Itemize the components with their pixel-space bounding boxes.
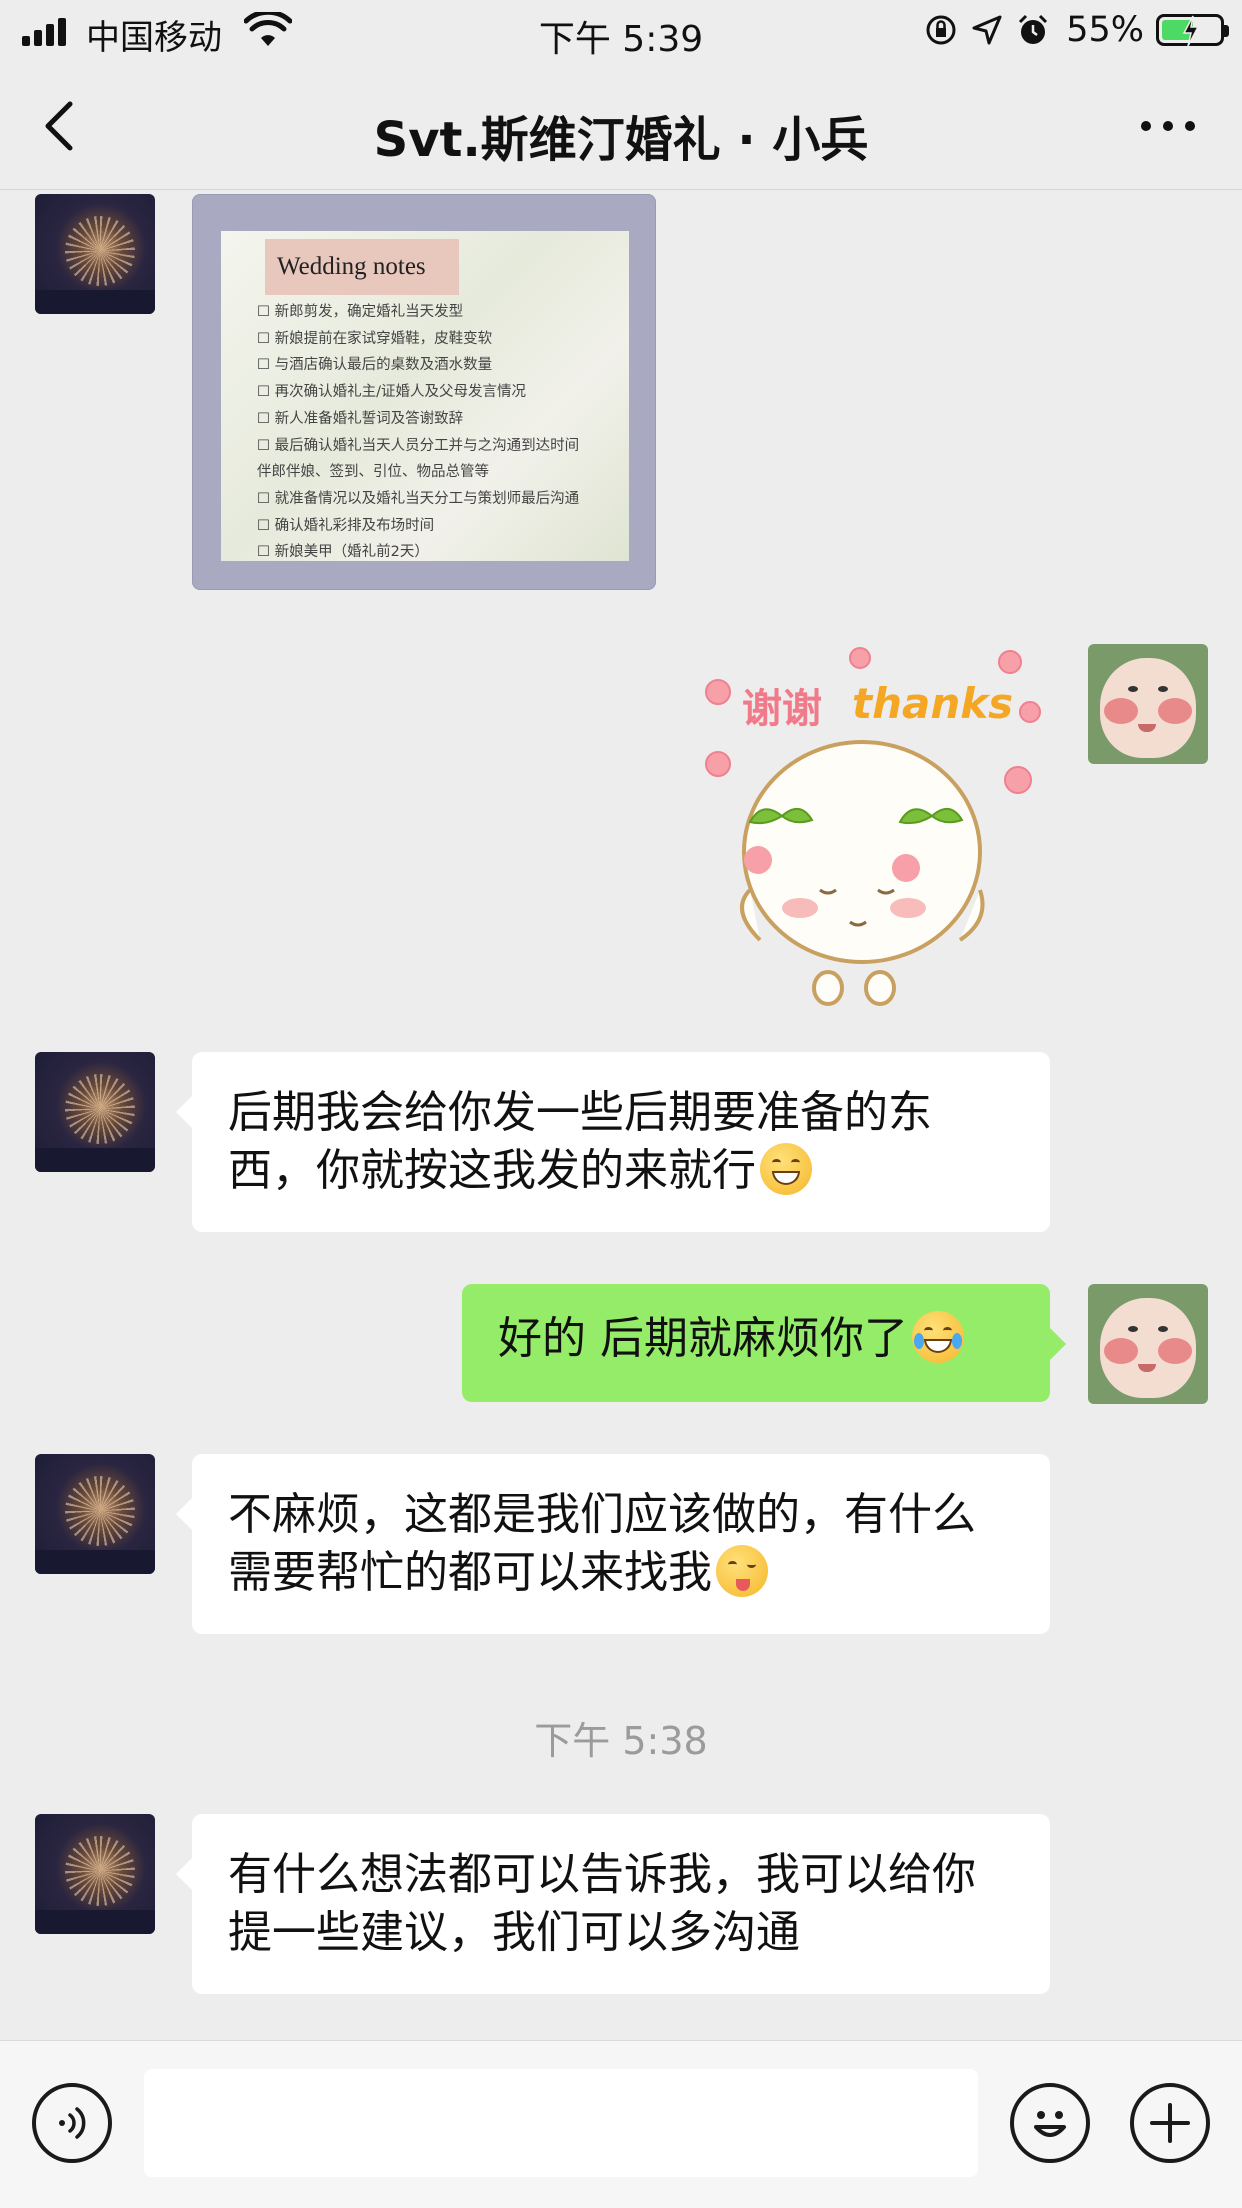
status-right-group: 55% <box>924 10 1229 50</box>
message-bubble-received[interactable]: 后期我会给你发一些后期要准备的东西，你就按这我发的来就行 <box>176 1052 1050 1232</box>
laugh-cry-emoji-icon <box>912 1311 964 1363</box>
battery-charging-icon <box>1156 14 1229 47</box>
message-text: 有什么想法都可以告诉我，我可以给你提一些建议，我们可以多沟通 <box>228 1849 976 1958</box>
location-icon <box>972 15 1002 45</box>
image-message[interactable]: Wedding notes ☐ 新郎剪发，确定婚礼当天发型 ☐ 新娘提前在家试穿… <box>192 194 656 590</box>
note-item: ☐ 确认婚礼彩排及布场时间 <box>257 517 435 534</box>
my-avatar[interactable] <box>1088 644 1208 764</box>
note-tag: Wedding notes <box>265 239 459 295</box>
note-list: ☐ 新郎剪发，确定婚礼当天发型 ☐ 新娘提前在家试穿婚鞋，皮鞋变软 ☐ 与酒店确… <box>257 299 637 566</box>
message-bubble-received[interactable]: 有什么想法都可以告诉我，我可以给你提一些建议，我们可以多沟通 <box>176 1814 1050 1994</box>
status-bar: 中国移动 下午 5:39 55% <box>0 0 1242 62</box>
sticker-text-en: thanks <box>852 679 1013 728</box>
note-item: ☐ 最后确认婚礼当天人员分工并与之沟通到达时间 <box>257 437 580 454</box>
input-bar <box>0 2040 1242 2208</box>
nav-bar: Svt.斯维汀婚礼 · 小兵 <box>0 62 1242 190</box>
bolt-icon <box>1182 15 1200 47</box>
emoji-icon[interactable] <box>1010 2083 1090 2163</box>
contact-avatar[interactable] <box>35 1454 155 1574</box>
note-item: ☐ 与酒店确认最后的桌数及酒水数量 <box>257 357 493 374</box>
note-item: ☐ 新娘提前在家试穿婚鞋，皮鞋变软 <box>257 330 493 347</box>
grin-emoji-icon <box>760 1143 812 1195</box>
note-item: ☐ 再次确认婚礼主/证婚人及父母发言情况 <box>257 384 526 401</box>
alarm-icon <box>1019 14 1048 44</box>
message-bubble-received[interactable]: 不麻烦，这都是我们应该做的，有什么需要帮忙的都可以来找我 <box>176 1454 1050 1634</box>
contact-avatar[interactable] <box>35 194 155 314</box>
note-item: 伴郎伴娘、签到、引位、物品总管等 <box>257 464 489 481</box>
message-bubble-sent[interactable]: 好的 后期就麻烦你了 <box>462 1284 1066 1402</box>
message-text: 好的 后期就麻烦你了 <box>498 1313 908 1364</box>
note-item: ☐ 新娘美甲（婚礼前2天） <box>257 544 429 561</box>
contact-avatar[interactable] <box>35 1052 155 1172</box>
message-input[interactable] <box>144 2069 978 2177</box>
sticker-text-cn: 谢谢 <box>742 686 822 732</box>
voice-icon[interactable] <box>32 2083 112 2163</box>
message-text: 不麻烦，这都是我们应该做的，有什么需要帮忙的都可以来找我 <box>228 1489 976 1598</box>
chat-title: Svt.斯维汀婚礼 · 小兵 <box>373 112 869 168</box>
battery-percent: 55% <box>1066 10 1144 50</box>
orientation-lock-icon <box>926 15 956 45</box>
message-timestamp: 下午 5:38 <box>534 1719 708 1763</box>
message-text: 后期我会给你发一些后期要准备的东西，你就按这我发的来就行 <box>228 1087 932 1196</box>
thanks-sticker[interactable]: 谢谢 thanks <box>690 640 1050 1010</box>
note-item: ☐ 就准备情况以及婚礼当天分工与策划师最后沟通 <box>257 490 580 507</box>
note-item: ☐ 新郎剪发，确定婚礼当天发型 <box>257 304 464 320</box>
more-dots-icon[interactable] <box>1138 114 1198 138</box>
contact-avatar[interactable] <box>35 1814 155 1934</box>
my-avatar[interactable] <box>1088 1284 1208 1404</box>
plus-icon[interactable] <box>1130 2083 1210 2163</box>
note-item: ☐ 新人准备婚礼誓词及答谢致辞 <box>257 410 464 427</box>
wink-tongue-emoji-icon <box>716 1545 768 1597</box>
note-image: Wedding notes ☐ 新郎剪发，确定婚礼当天发型 ☐ 新娘提前在家试穿… <box>221 231 629 561</box>
